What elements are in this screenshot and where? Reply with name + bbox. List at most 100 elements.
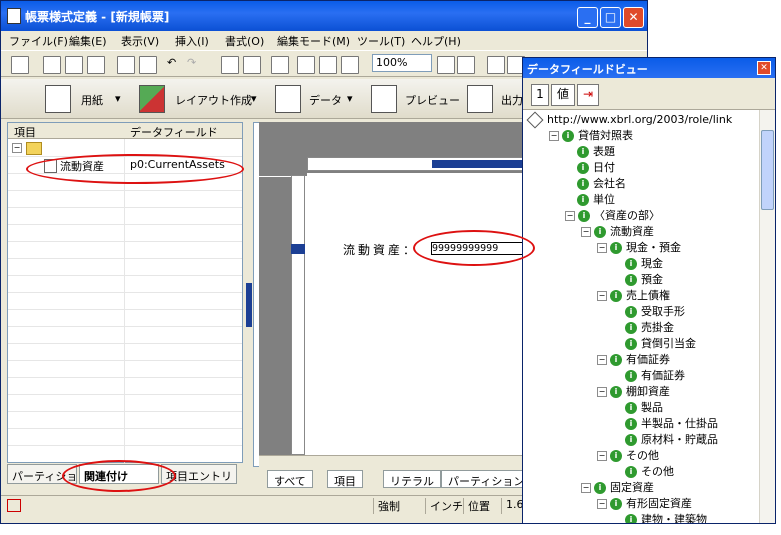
menu-format[interactable]: 書式(O) (225, 33, 264, 49)
tree-node[interactable]: − i 棚卸資産 (597, 384, 670, 400)
collapse-icon[interactable]: − (597, 451, 607, 461)
tree-node[interactable]: i 有価証券 (613, 368, 685, 384)
tab-literal[interactable]: リテラル (383, 470, 441, 488)
tree-node[interactable]: i 表題 (565, 144, 615, 160)
dfv-close-button[interactable]: ✕ (757, 61, 771, 75)
title-bar[interactable]: 帳票様式定義 - [新規帳票] _ □ ✕ (1, 1, 647, 31)
frame2-icon[interactable] (319, 56, 337, 74)
tree-node[interactable]: − i 貸借対照表 (549, 128, 633, 144)
tree-node[interactable]: − i 有価証券 (597, 352, 670, 368)
tree-node[interactable]: − i 流動資産 (581, 224, 654, 240)
edit-icon[interactable] (43, 56, 61, 74)
tree-node[interactable]: i 預金 (613, 272, 663, 288)
data-button[interactable]: データ (309, 92, 342, 108)
tree-node[interactable]: − i その他 (597, 448, 659, 464)
tree-node[interactable]: i 受取手形 (613, 304, 685, 320)
tree-node[interactable]: − i 固定資産 (581, 480, 654, 496)
tree-node[interactable]: i その他 (613, 464, 674, 480)
dfv-number-button[interactable]: 1 (531, 84, 549, 106)
column-data-field[interactable]: データフィールド (130, 124, 218, 140)
tree-root[interactable]: http://www.xbrl.org/2003/role/link (526, 111, 732, 129)
dfv-link-icon[interactable]: ⇥ (577, 84, 599, 106)
tree-node[interactable]: − i 現金・預金 (597, 240, 681, 256)
undo-icon[interactable]: ↶ (167, 56, 183, 72)
horizontal-scrollbar[interactable] (259, 455, 523, 468)
collapse-icon[interactable]: − (581, 227, 591, 237)
close-button[interactable]: ✕ (623, 7, 644, 28)
tree-node[interactable]: i 原材料・貯蔵品 (613, 432, 718, 448)
layout-create-icon[interactable] (139, 85, 165, 113)
collapse-icon[interactable]: − (581, 483, 591, 493)
menu-insert[interactable]: 挿入(I) (175, 33, 209, 49)
menu-view[interactable]: 表示(V) (121, 33, 159, 49)
collapse-icon[interactable]: − (549, 131, 559, 141)
paper-icon[interactable] (45, 85, 71, 113)
tab-partition[interactable]: パーティション (7, 464, 88, 484)
field-label-text[interactable]: 流動資産： (343, 241, 418, 258)
zoom-in-icon[interactable] (437, 56, 455, 74)
preview-icon[interactable] (371, 85, 397, 113)
maximize-button[interactable]: □ (600, 7, 621, 28)
select-icon[interactable] (221, 56, 239, 74)
new-icon[interactable] (87, 56, 105, 74)
frame-icon[interactable] (297, 56, 315, 74)
output-icon[interactable] (467, 85, 493, 113)
tab-items[interactable]: 項目 (327, 470, 363, 488)
output-button[interactable]: 出力 (501, 92, 523, 108)
collapse-icon[interactable]: − (597, 499, 607, 509)
zoom-select[interactable]: 100% (372, 54, 432, 72)
chevron-down-icon[interactable]: ▾ (347, 92, 353, 105)
chevron-down-icon[interactable]: ▾ (251, 92, 257, 105)
dfv-title-bar[interactable]: データフィールドビュー (523, 58, 775, 78)
print-icon[interactable] (117, 56, 135, 74)
tree-node[interactable]: i 会社名 (565, 176, 626, 192)
frame3-icon[interactable] (341, 56, 359, 74)
tree-node[interactable]: i 半製品・仕掛品 (613, 416, 718, 432)
menu-edit[interactable]: 編集(E) (69, 33, 107, 49)
menu-file[interactable]: ファイル(F) (9, 33, 68, 49)
data-icon[interactable] (275, 85, 301, 113)
dfv-vertical-scrollbar[interactable] (759, 110, 775, 523)
tab-item-entry[interactable]: 項目エントリ (161, 464, 237, 484)
scroll-thumb[interactable] (761, 130, 774, 210)
tree-node[interactable]: i 単位 (565, 192, 615, 208)
tree-node[interactable]: − i 売上債権 (597, 288, 670, 304)
report-page[interactable] (307, 173, 537, 455)
zoom-fit-icon[interactable] (457, 56, 475, 74)
collapse-icon[interactable]: − (597, 355, 607, 365)
preview-button[interactable]: プレビュー (405, 92, 460, 108)
tab-all[interactable]: すべて (267, 470, 313, 488)
splitter-handle[interactable] (246, 283, 252, 327)
tree-node[interactable]: i 貸倒引当金 (613, 336, 696, 352)
menu-edit-mode[interactable]: 編集モード(M) (277, 33, 350, 49)
tab-association[interactable]: 関連付け (79, 464, 159, 484)
collapse-icon[interactable]: − (597, 387, 607, 397)
arrange-icon[interactable] (243, 56, 261, 74)
collapse-icon[interactable]: − (597, 291, 607, 301)
tree-node[interactable]: i 日付 (565, 160, 615, 176)
tree-node[interactable]: i 売掛金 (613, 320, 674, 336)
dfv-value-button[interactable]: 値 (551, 84, 575, 106)
collapse-icon[interactable]: − (597, 243, 607, 253)
expand-icon[interactable]: − (12, 143, 22, 153)
paper-button[interactable]: 用紙 (81, 92, 103, 108)
field-icon[interactable] (271, 56, 289, 74)
chevron-down-icon[interactable]: ▾ (115, 92, 121, 105)
tree-node[interactable]: − i 〈資産の部〉 (565, 208, 660, 224)
tree-root-row[interactable]: − (8, 140, 242, 157)
tree-node[interactable]: − i 有形固定資産 (597, 496, 692, 512)
tree-node[interactable]: i 建物・建築物 (613, 512, 707, 523)
print-preview-icon[interactable] (139, 56, 157, 74)
column-item[interactable]: 項目 (14, 124, 36, 140)
tree-node[interactable]: i 現金 (613, 256, 663, 272)
tree-node[interactable]: i 製品 (613, 400, 663, 416)
redo-icon[interactable]: ↷ (187, 56, 203, 72)
collapse-icon[interactable]: − (565, 211, 575, 221)
save-icon[interactable] (11, 56, 29, 74)
table-row[interactable]: 流動資産 p0:CurrentAssets (8, 157, 242, 174)
minimize-button[interactable]: _ (577, 7, 598, 28)
grid-icon[interactable] (487, 56, 505, 74)
menu-tools[interactable]: ツール(T) (357, 33, 405, 49)
menu-help[interactable]: ヘルプ(H) (411, 33, 461, 49)
data-field-box[interactable]: 99999999999 (431, 242, 523, 255)
